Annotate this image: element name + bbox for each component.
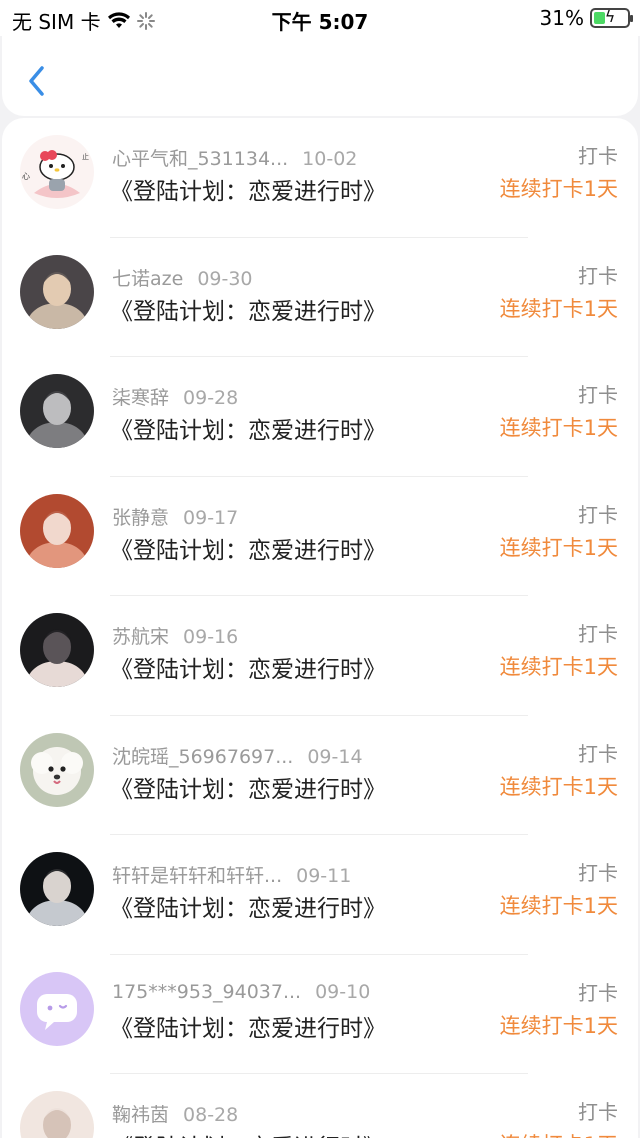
- list-item-meta: 苏航宋 09-16: [112, 622, 238, 649]
- photo-avatar[interactable]: [20, 613, 94, 687]
- user-name: 175***953_94037...: [112, 980, 302, 1003]
- checkin-tag: 打卡: [578, 383, 618, 407]
- checkin-tag: 打卡: [578, 502, 618, 527]
- streak-label: 连续打卡1天: [499, 1013, 618, 1038]
- streak-label: 连续打卡1天: [499, 177, 618, 201]
- list-item[interactable]: 张静意 09-17 《登陆计划：恋爱进行时》 打卡连续打卡1天: [2, 477, 638, 596]
- streak-label: 连续打卡1天: [499, 894, 618, 918]
- checkin-date: 09-11: [296, 865, 352, 887]
- streak-label: 连续打卡1天: [500, 1129, 618, 1138]
- svg-text:止: 止: [82, 152, 89, 161]
- plan-title: 《登陆计划：恋爱进行时》: [110, 896, 386, 922]
- nav-bar: [2, 36, 638, 116]
- list-item[interactable]: 柒寒辞 09-28 《登陆计划：恋爱进行时》 打卡连续打卡1天: [2, 357, 638, 477]
- checkin-tag: 打卡: [578, 263, 618, 288]
- list-item[interactable]: 175***953_94037... 09-10 《登陆计划：恋爱进行时》 打卡连续打…: [2, 955, 638, 1074]
- plan-title: 《登陆计划：恋爱进行时》: [110, 179, 386, 205]
- user-name: 柒寒辞: [112, 387, 170, 409]
- battery-percent: 31%: [539, 6, 584, 30]
- checkin-date: 09-10: [315, 980, 371, 1003]
- list-item-meta: 心平气和_531134... 10-02: [112, 144, 357, 171]
- list-item-meta: 175***953_94037... 09-10: [112, 981, 370, 1003]
- chat-bubble-avatar[interactable]: [20, 971, 94, 1046]
- plan-title: 《登陆计划：恋爱进行时》: [110, 776, 386, 803]
- list-item[interactable]: 轩轩是轩轩和轩轩... 09-11 《登陆计划：恋爱进行时》 打卡连续打卡1天: [2, 835, 638, 955]
- checkin-date: 09-30: [197, 267, 253, 290]
- list-item-meta: 七诺aze 09-30: [112, 264, 253, 291]
- status-right: 31% ϟ: [539, 6, 633, 30]
- photo-avatar[interactable]: [20, 493, 94, 568]
- streak-label: 连续打卡1天: [499, 416, 618, 440]
- checkin-tag: 打卡: [578, 980, 618, 1005]
- checkin-date: 09-17: [183, 506, 239, 529]
- plan-title: 《登陆计划：恋爱进行时》: [110, 1128, 386, 1138]
- user-name: 沈皖瑶_56967697...: [112, 745, 294, 768]
- plan-title: 《登陆计划：恋爱进行时》: [110, 298, 386, 325]
- user-name: 七诺aze: [112, 267, 184, 290]
- list-item[interactable]: 苏航宋 09-16 《登陆计划：恋爱进行时》 打卡连续打卡1天: [2, 596, 638, 716]
- photo-avatar[interactable]: [20, 852, 94, 926]
- checkin-date: 09-28: [183, 387, 239, 409]
- photo-avatar[interactable]: [20, 374, 94, 448]
- streak-label: 连续打卡1天: [499, 774, 618, 799]
- streak-label: 连续打卡1天: [499, 296, 618, 321]
- plan-title: 《登陆计划：恋爱进行时》: [110, 418, 386, 444]
- streak-label: 连续打卡1天: [499, 535, 618, 560]
- checkin-tag: 打卡: [578, 861, 618, 885]
- chevron-left-icon[interactable]: [24, 64, 50, 98]
- puppy-avatar[interactable]: [20, 732, 94, 807]
- user-name: 鞠祎茵: [112, 1104, 170, 1126]
- checkin-date: 08-28: [183, 1104, 239, 1126]
- checkin-date: 09-14: [307, 745, 363, 768]
- list-item[interactable]: 心止心平气和_531134... 10-02 《登陆计划：恋爱进行时》 打卡 连续打卡1…: [2, 118, 638, 238]
- checkin-tag: 打卡: [578, 144, 618, 168]
- user-name: 心平气和_531134...: [112, 148, 289, 170]
- list-item-meta: 鞠祎茵 08-28: [112, 1100, 238, 1127]
- user-name: 张静意: [112, 506, 170, 529]
- status-bar: 无 SIM 卡 下午 5:07 31% ϟ: [0, 0, 640, 36]
- hello-kitty-avatar[interactable]: 心止: [20, 135, 94, 209]
- plan-title: 《登陆计划：恋爱进行时》: [110, 537, 386, 564]
- checkin-tag: 打卡: [578, 622, 618, 646]
- list-item-meta: 柒寒辞 09-28: [112, 383, 238, 410]
- battery-icon: ϟ: [590, 7, 633, 28]
- checkin-list: 心止心平气和_531134... 10-02 《登陆计划：恋爱进行时》 打卡 连续打卡1…: [2, 118, 638, 1138]
- svg-text:心: 心: [22, 172, 30, 181]
- list-item[interactable]: 沈皖瑶_56967697... 09-14 《登陆计划：恋爱进行时》 打卡连续打卡1天: [2, 716, 638, 835]
- checkin-tag: 打卡: [578, 1100, 618, 1124]
- list-item[interactable]: 七诺aze 09-30 《登陆计划：恋爱进行时》 打卡连续打卡1天: [2, 238, 638, 357]
- user-name: 苏航宋: [112, 626, 170, 648]
- list-item-meta: 沈皖瑶_56967697... 09-14: [112, 742, 363, 769]
- photo-avatar[interactable]: [20, 254, 94, 329]
- streak-label: 连续打卡1天: [499, 655, 618, 679]
- photo-avatar[interactable]: [20, 1091, 94, 1138]
- checkin-date: 10-02: [302, 148, 358, 170]
- list-item-meta: 张静意 09-17: [112, 503, 238, 530]
- list-item-meta: 轩轩是轩轩和轩轩... 09-11: [112, 861, 351, 888]
- list-item[interactable]: 鞠祎茵 08-28 《登陆计划：恋爱进行时》 打卡连续打卡1天: [2, 1074, 638, 1138]
- user-name: 轩轩是轩轩和轩轩...: [112, 865, 283, 887]
- checkin-tag: 打卡: [578, 741, 618, 766]
- checkin-date: 09-16: [183, 626, 239, 648]
- plan-title: 《登陆计划：恋爱进行时》: [110, 1015, 386, 1042]
- plan-title: 《登陆计划：恋爱进行时》: [110, 657, 386, 683]
